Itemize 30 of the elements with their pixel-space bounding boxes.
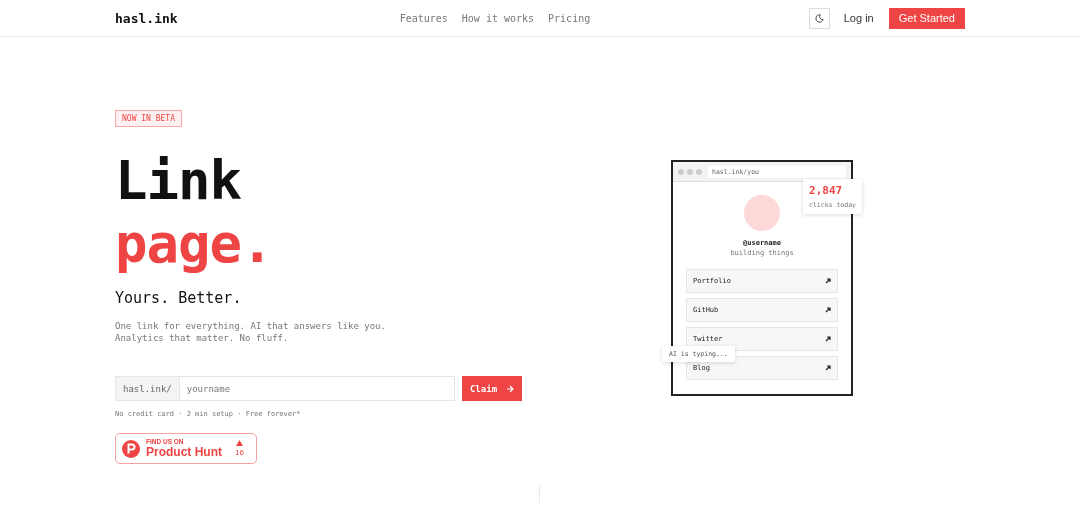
nav-link[interactable]: How it works (461, 12, 535, 24)
login-link[interactable]: Log in (843, 12, 874, 24)
product-hunt-logo-icon (122, 439, 140, 458)
theme-toggle-button[interactable] (808, 7, 830, 29)
arrow-right-icon (506, 384, 515, 393)
nav-link[interactable]: Pricing (548, 12, 591, 24)
window-dot (687, 168, 693, 175)
nav-link[interactable]: Features (399, 12, 448, 24)
window-dot (678, 168, 684, 175)
arrow-up-right-icon (825, 278, 831, 284)
username-field[interactable]: yourname (179, 376, 455, 401)
window-dot (696, 168, 702, 175)
moon-icon (814, 13, 824, 23)
upvote-count: 16 (235, 448, 244, 457)
hero-title: Link (115, 149, 243, 212)
hero-subtitle: Yours. Better. (115, 289, 242, 307)
arrow-up-right-icon (825, 307, 831, 313)
arrow-up-right-icon (825, 336, 831, 342)
claim-button[interactable]: Claim (462, 376, 522, 401)
product-hunt-name: Product Hunt (146, 445, 222, 458)
get-started-button[interactable]: Get Started (888, 7, 965, 29)
hero-description: One link for everything. AI that answers like you. Analytics that matter. No fluff. (115, 320, 386, 344)
avatar (744, 195, 780, 231)
logo[interactable]: hasl.ink (115, 10, 178, 26)
click-count: 2,847 (809, 184, 844, 197)
url-prefix: hasl.ink/ (115, 376, 180, 401)
beta-badge: NOW IN BETA (115, 110, 182, 127)
hero-title: page. (115, 212, 273, 275)
arrow-up-right-icon (825, 365, 831, 371)
upvote-icon (236, 440, 244, 446)
